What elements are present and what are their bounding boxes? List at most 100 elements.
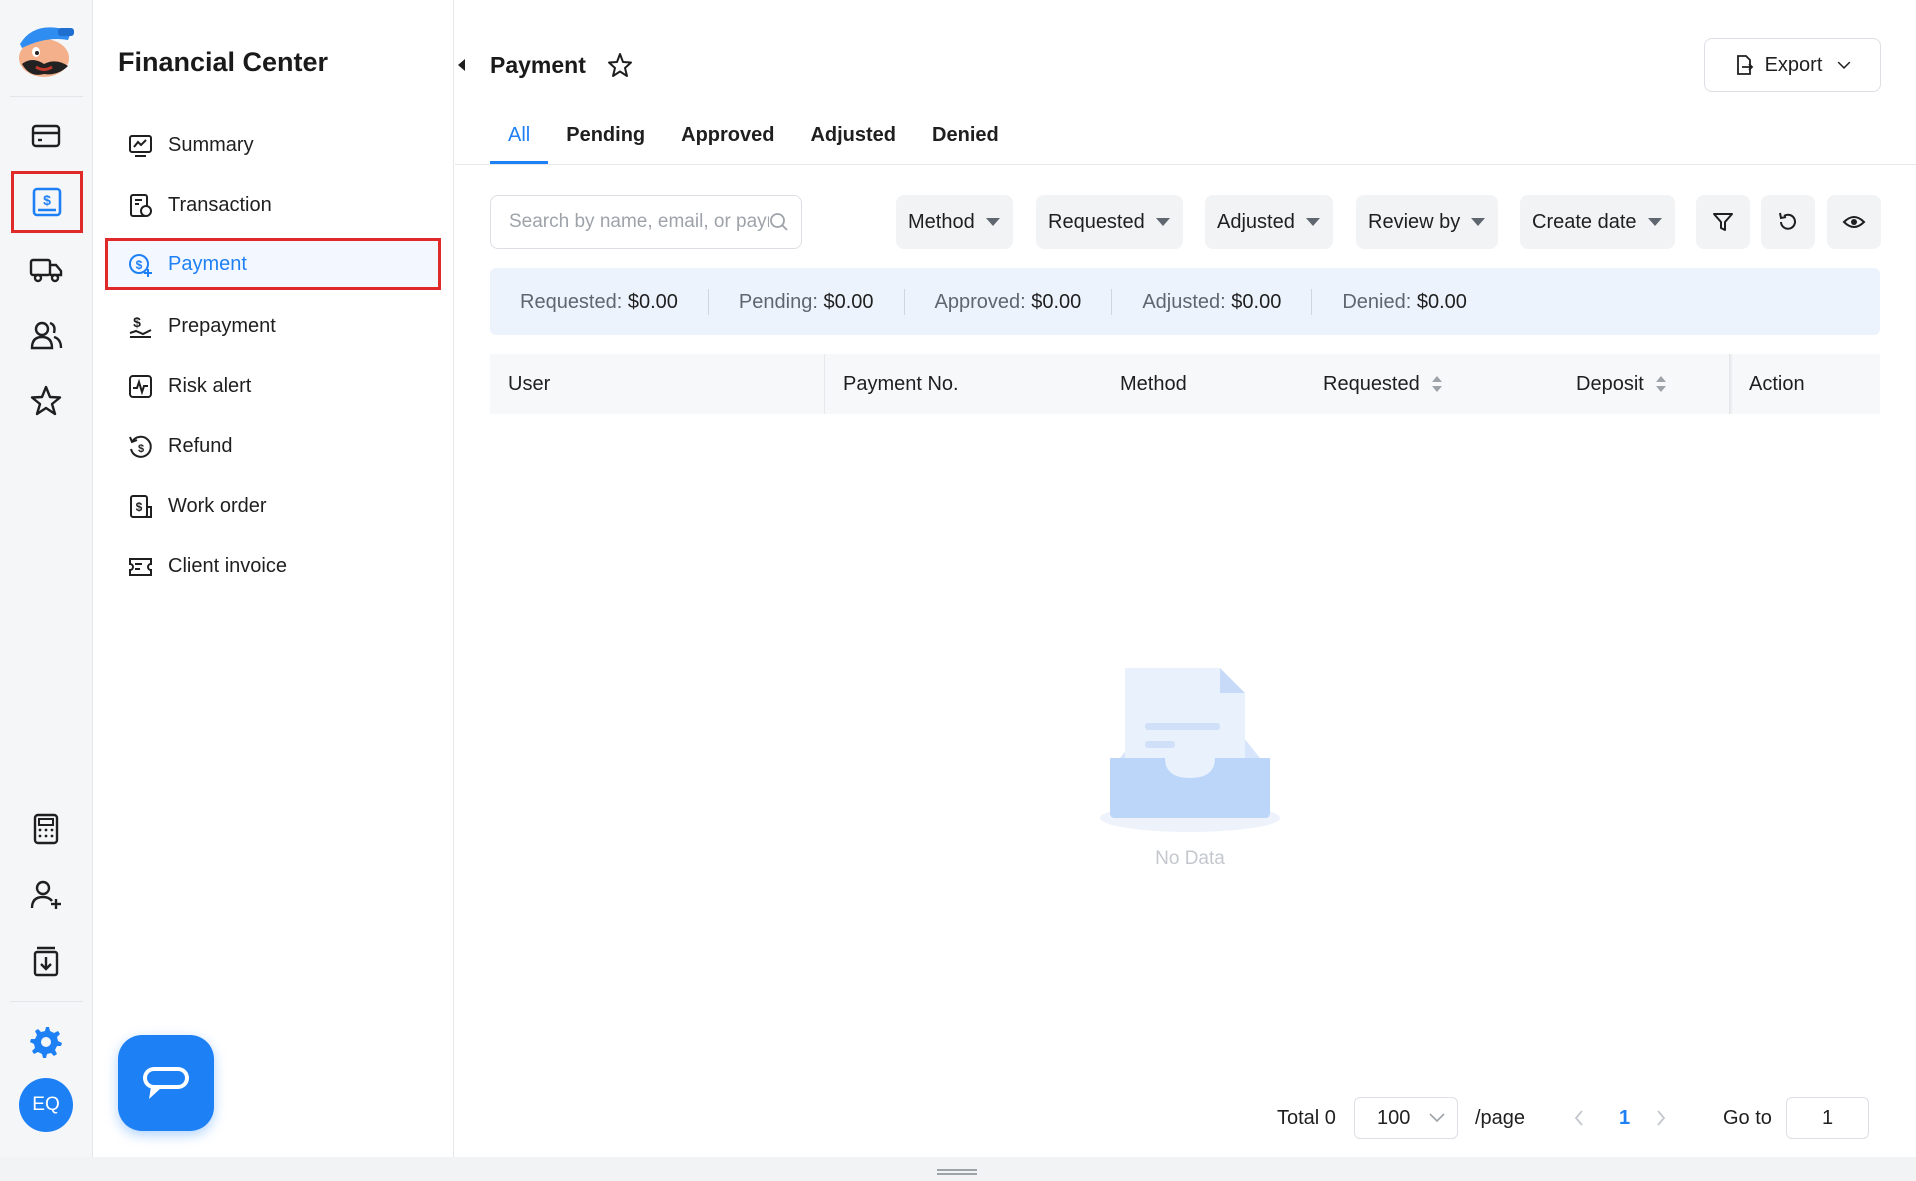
star-icon[interactable] [14,373,78,429]
filter-label: Create date [1532,210,1637,233]
summary-pending: Pending: $0.00 [709,288,905,315]
page-number-current[interactable]: 1 [1619,1097,1630,1139]
chart-icon [129,134,152,157]
empty-state-text: No Data [1155,848,1225,869]
chevron-down-icon [1429,1113,1445,1123]
menu-item-transaction[interactable]: Transaction [105,179,441,231]
filter-review-by[interactable]: Review by [1356,195,1499,249]
icon-rail: $ EQ [0,0,93,1157]
caret-down-icon [1155,218,1170,226]
prev-page-button[interactable] [1573,1097,1585,1139]
chevron-right-icon [1657,1110,1666,1126]
search-input[interactable] [509,211,769,233]
filter-adjusted[interactable]: Adjusted [1205,195,1333,249]
brand-logo[interactable] [12,18,80,80]
calculator-icon[interactable] [14,801,78,857]
table-header: User Payment No. Method Requested Deposi… [490,354,1880,414]
page-title: Payment [490,52,586,78]
menu-item-work-order[interactable]: $ Work order [105,480,441,532]
caret-down-icon [985,218,1000,226]
client-invoice-icon [129,557,152,576]
caret-down-icon [1471,218,1486,226]
caret-down-icon [1305,218,1320,226]
column-label: Deposit [1576,372,1644,395]
svg-text:$: $ [136,500,143,514]
column-payment-no: Payment No. [843,372,959,395]
summary-denied: Denied: $0.00 [1342,290,1467,313]
menu-item-label: Transaction [168,193,272,216]
page-size-select[interactable]: 100 [1354,1097,1458,1139]
chat-bubble-icon [143,1067,189,1099]
summary-bar: Requested: $0.00 Pending: $0.00 Approved… [490,268,1880,335]
summary-approved: Approved: $0.00 [905,288,1113,315]
menu-item-prepayment[interactable]: $ Prepayment [105,300,441,352]
column-deposit[interactable]: Deposit [1576,354,1668,414]
menu-item-summary[interactable]: Summary [105,119,441,171]
reset-button[interactable] [1761,195,1815,249]
column-visibility-button[interactable] [1827,195,1881,249]
filter-method[interactable]: Method [896,195,1013,249]
per-page-label: /page [1475,1106,1526,1129]
menu-item-refund[interactable]: $ Refund [105,420,441,472]
refund-icon: $ [129,435,152,458]
wallet-icon[interactable] [14,108,78,164]
filter-label: Adjusted [1217,210,1295,233]
menu-item-label: Payment [168,252,247,275]
menu-item-risk-alert[interactable]: Risk alert [105,360,441,412]
filter-create-date[interactable]: Create date [1520,195,1675,249]
tab-adjusted[interactable]: Adjusted [792,116,914,164]
advanced-filter-button[interactable] [1696,195,1750,249]
tabs-divider [455,164,1916,165]
goto-page-input[interactable]: 1 [1786,1097,1869,1139]
tab-denied[interactable]: Denied [914,116,1017,164]
work-order-icon: $ [130,494,152,518]
filter-requested[interactable]: Requested [1036,195,1183,249]
divider [10,1001,83,1002]
menu-item-label: Refund [168,434,233,457]
summary-adjusted: Adjusted: $0.00 [1112,288,1313,315]
eye-icon [1842,216,1866,228]
download-box-icon[interactable] [14,933,78,989]
menu-title: Financial Center [118,47,329,77]
sort-icon[interactable] [1430,373,1444,395]
search-box[interactable] [490,195,802,249]
prepayment-icon: $ [129,314,152,338]
chat-button[interactable] [118,1035,214,1131]
users-icon[interactable] [14,307,78,363]
column-requested[interactable]: Requested [1323,354,1444,414]
add-user-icon[interactable] [14,867,78,923]
truck-icon[interactable] [14,241,78,297]
divider [10,96,83,97]
chevron-down-icon [1838,61,1851,69]
menu-item-client-invoice[interactable]: Client invoice [105,540,441,592]
tab-pending[interactable]: Pending [548,116,663,164]
page-size-value: 100 [1377,1106,1411,1129]
tab-approved[interactable]: Approved [663,116,792,164]
svg-text:$: $ [138,443,144,455]
column-method: Method [1120,372,1187,395]
column-label: Requested [1323,372,1420,395]
sort-icon[interactable] [1654,373,1668,395]
avatar[interactable]: EQ [19,1078,73,1132]
dollar-invoice-icon[interactable]: $ [11,171,83,233]
filter-label: Requested [1048,210,1145,233]
column-user: User [508,372,551,395]
menu-item-label: Risk alert [168,374,252,397]
menu-item-label: Client invoice [168,554,287,577]
next-page-button[interactable] [1655,1097,1667,1139]
goto-label: Go to [1723,1106,1772,1129]
menu-item-payment[interactable]: $ Payment [105,238,441,290]
filter-label: Method [908,210,975,233]
export-label: Export [1764,53,1823,76]
svg-text:$: $ [133,314,141,330]
column-action: Action [1749,372,1805,395]
export-file-icon [1736,55,1753,75]
export-button[interactable]: Export [1704,38,1881,92]
filter-label: Review by [1368,210,1461,233]
favorite-star-icon[interactable] [607,52,633,78]
gear-icon[interactable] [27,1022,65,1060]
tab-all[interactable]: All [490,116,549,164]
search-icon[interactable] [769,212,789,232]
resize-grip-icon[interactable] [937,1168,977,1176]
menu-item-label: Prepayment [168,314,276,337]
